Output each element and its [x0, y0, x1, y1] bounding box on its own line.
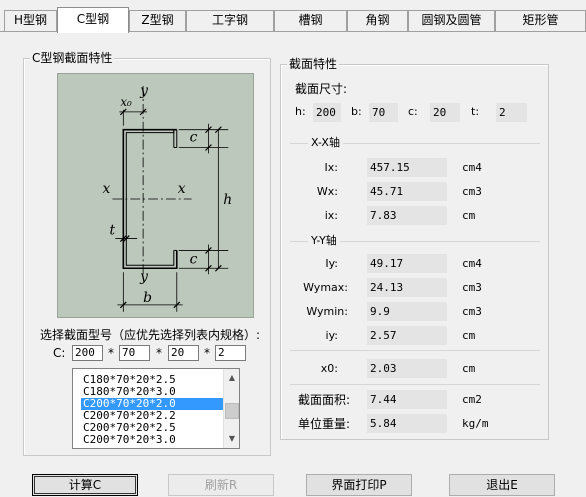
print-button[interactable]: 界面打印P [306, 474, 412, 496]
x0-value: 2.03 [367, 359, 447, 378]
fig-label-b: b [143, 290, 152, 306]
area-unit: cm2 [462, 393, 482, 406]
exit-button[interactable]: 退出E [449, 474, 555, 496]
dim-h-value: 200 [313, 103, 341, 122]
dim-h-label: h: [295, 105, 306, 118]
list-item[interactable]: C200*70*20*3.0 [81, 434, 229, 446]
wx-value: 45.71 [367, 182, 447, 201]
fig-label-x-left: x [103, 181, 111, 197]
area-divider [290, 384, 540, 385]
c-prefix-label: C: [53, 346, 66, 360]
tab-h-steel[interactable]: H型钢 [4, 10, 57, 31]
section-list[interactable]: C180*70*20*2.5 C180*70*20*3.0 C200*70*20… [72, 368, 240, 449]
area-value: 7.44 [367, 390, 447, 409]
scroll-up-icon[interactable]: ▲ [224, 371, 239, 385]
separator: * [204, 346, 210, 360]
wx-label: Wx: [316, 185, 338, 198]
fig-label-t: t [109, 223, 115, 239]
lip-input[interactable]: 20 [168, 345, 199, 361]
iy-label: Iy: [325, 257, 338, 270]
tab-i-beam[interactable]: 工字钢 [186, 10, 274, 31]
fig-label-c-bottom: c [190, 251, 198, 267]
wymin-unit: cm3 [462, 305, 482, 318]
x0-label: x0: [320, 362, 338, 375]
x0-unit: cm [462, 362, 476, 375]
wymin-value: 9.9 [367, 302, 447, 321]
fig-label-h: h [223, 192, 232, 208]
xx-axis-title: X-X轴 [308, 136, 343, 150]
tab-rect-tube[interactable]: 矩形管 [495, 10, 586, 31]
height-input[interactable]: 200 [72, 345, 103, 361]
rx-value: 7.83 [367, 206, 447, 225]
c-section-diagram: y x₀ c x x h t c y b [57, 73, 254, 318]
tab-round-tube[interactable]: 圆钢及圆管 [408, 10, 495, 31]
weight-label: 单位重量: [297, 417, 350, 431]
fig-label-y-top: y [139, 83, 148, 99]
fig-label-x0: x₀ [120, 95, 132, 109]
x0-divider [290, 350, 540, 351]
list-scrollbar[interactable]: ▲ ▼ [223, 369, 239, 448]
wymin-label: Wymin: [306, 305, 348, 318]
scroll-down-icon[interactable]: ▼ [224, 432, 239, 446]
tab-channel[interactable]: 槽钢 [274, 10, 347, 31]
properties-group-title: 截面特性 [287, 57, 340, 71]
ix-label: Ix: [324, 161, 338, 174]
ry-value: 2.57 [367, 326, 447, 345]
fig-label-c-top: c [190, 130, 198, 146]
yy-axis-title: Y-Y轴 [308, 234, 340, 248]
c-section-group-title: C型钢截面特性 [30, 51, 115, 65]
scroll-thumb[interactable] [225, 403, 239, 419]
wx-unit: cm3 [462, 185, 482, 198]
wymax-value: 24.13 [367, 278, 447, 297]
tab-z-steel[interactable]: Z型钢 [129, 10, 186, 31]
fig-label-x-right: x [178, 181, 186, 197]
width-input[interactable]: 70 [119, 345, 150, 361]
calculate-button[interactable]: 计算C [32, 474, 138, 496]
separator: * [108, 346, 114, 360]
dim-c-label: c: [408, 105, 418, 118]
dim-t-value: 2 [496, 103, 527, 122]
fig-label-y-bottom: y [139, 269, 148, 285]
ry-label: iy: [325, 329, 338, 342]
refresh-button[interactable]: 刷新R [168, 474, 274, 496]
dims-title: 截面尺寸: [295, 82, 348, 96]
iy-value: 49.17 [367, 254, 447, 273]
dim-c-value: 20 [430, 103, 460, 122]
dim-b-value: 70 [369, 103, 398, 122]
weight-unit: kg/m [462, 417, 489, 430]
area-label: 截面面积: [297, 393, 350, 407]
iy-unit: cm4 [462, 257, 482, 270]
dim-b-label: b: [351, 105, 362, 118]
ix-unit: cm4 [462, 161, 482, 174]
ry-unit: cm [462, 329, 476, 342]
weight-value: 5.84 [367, 414, 447, 433]
dim-t-label: t: [471, 105, 480, 118]
wymax-label: Wymax: [303, 281, 348, 294]
ix-value: 457.15 [367, 158, 447, 177]
tab-angle[interactable]: 角钢 [347, 10, 408, 31]
rx-label: ix: [324, 209, 338, 222]
select-section-label: 选择截面型号（应优先选择列表内规格）: [40, 328, 261, 342]
wymax-unit: cm3 [462, 281, 482, 294]
tab-c-steel[interactable]: C型钢 [57, 7, 129, 33]
separator: * [156, 346, 162, 360]
thickness-input[interactable]: 2 [215, 345, 246, 361]
rx-unit: cm [462, 209, 476, 222]
